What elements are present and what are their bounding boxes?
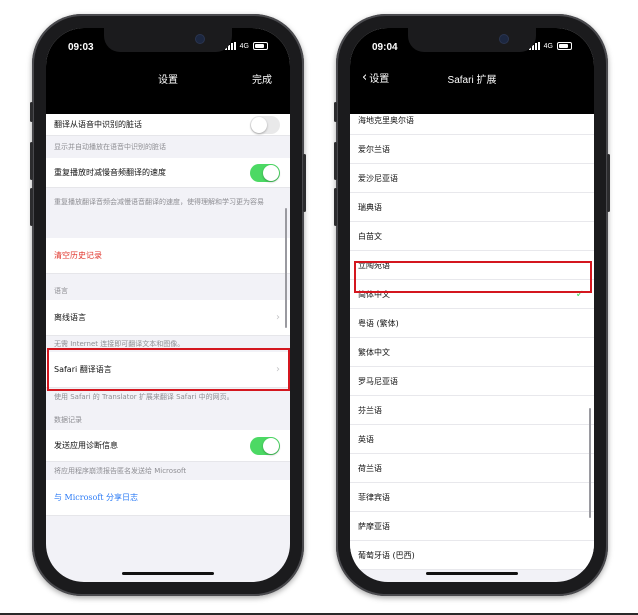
- side-button: [303, 154, 306, 212]
- language-label: 罗马尼亚语: [358, 376, 398, 386]
- language-label: 瑞典语: [358, 202, 382, 212]
- status-time: 09:04: [372, 42, 398, 53]
- camera-icon: [500, 35, 508, 43]
- scroll-indicator[interactable]: [589, 408, 591, 518]
- battery-icon: [557, 42, 572, 50]
- list-item[interactable]: 荷兰语: [350, 454, 594, 483]
- highlight-box-safari-language: [47, 348, 290, 391]
- language-label: 芬兰语: [358, 405, 382, 415]
- network-label: 4G: [239, 42, 249, 50]
- page-title: Safari 扩展: [447, 75, 497, 86]
- language-label: 爱尔兰语: [358, 144, 390, 154]
- list-item[interactable]: 菲律宾语: [350, 483, 594, 512]
- clear-history-button[interactable]: 清空历史记录: [46, 238, 290, 274]
- language-label: 海地克里奥尔语: [358, 115, 414, 125]
- volume-down-button: [30, 188, 33, 226]
- list-item[interactable]: 芬兰语: [350, 396, 594, 425]
- row-label: 翻译从语音中识别的脏话: [54, 120, 142, 129]
- done-button[interactable]: 完成: [252, 71, 272, 86]
- language-label: 粤语 (繁体): [358, 318, 399, 328]
- language-section-header: 语言: [46, 274, 290, 300]
- language-label: 荷兰语: [358, 463, 382, 473]
- language-label: 菲律宾语: [358, 492, 390, 502]
- notch: [408, 28, 536, 52]
- row-label: 离线语言: [54, 313, 86, 322]
- home-indicator[interactable]: [122, 572, 214, 575]
- list-item[interactable]: 白苗文: [350, 222, 594, 251]
- row-slow-playback[interactable]: 重复播放时减慢音频翻译的速度: [46, 158, 290, 188]
- list-item[interactable]: 爱尔兰语: [350, 135, 594, 164]
- row-send-diagnostics[interactable]: 发送应用诊断信息: [46, 430, 290, 462]
- language-label: 白苗文: [358, 231, 382, 241]
- status-time: 09:03: [68, 42, 94, 53]
- language-label: 繁体中文: [358, 347, 390, 357]
- diagnostics-toggle[interactable]: [250, 436, 280, 455]
- share-logs-label: 与 Microsoft 分享日志: [54, 493, 139, 502]
- language-label: 葡萄牙语 (巴西): [358, 550, 415, 560]
- mute-switch: [30, 102, 33, 122]
- row-label: 重复播放时减慢音频翻译的速度: [54, 168, 166, 177]
- volume-up-button: [334, 142, 337, 180]
- list-item[interactable]: 英语: [350, 425, 594, 454]
- volume-down-button: [334, 188, 337, 226]
- mute-switch: [334, 102, 337, 122]
- diagnostics-note: 将应用程序崩溃报告匿名发送给 Microsoft: [46, 462, 290, 480]
- phone-left: 09:03 4G 设置 完成 翻译从语音中识别的脏话 显示并自动播放在语音中识别…: [30, 14, 306, 596]
- row-translate-from-speech[interactable]: 翻译从语音中识别的脏话: [46, 114, 290, 136]
- list-item[interactable]: 萨摩亚语: [350, 512, 594, 541]
- data-section-header: 数据记录: [46, 406, 290, 430]
- home-indicator[interactable]: [426, 572, 518, 575]
- list-item[interactable]: 繁体中文: [350, 338, 594, 367]
- notch: [104, 28, 232, 52]
- battery-icon: [253, 42, 268, 50]
- language-label: 英语: [358, 434, 374, 444]
- row-label: 发送应用诊断信息: [54, 441, 118, 450]
- camera-icon: [196, 35, 204, 43]
- language-list: 海地克里奥尔语 爱尔兰语 爱沙尼亚语 瑞典语 白苗文 立陶宛语 简体中文 ✓ 粤…: [350, 106, 594, 582]
- list-item[interactable]: 爱沙尼亚语: [350, 164, 594, 193]
- language-label: 爱沙尼亚语: [358, 173, 398, 183]
- volume-up-button: [30, 142, 33, 180]
- clear-history-label: 清空历史记录: [54, 251, 102, 260]
- language-label: 萨摩亚语: [358, 521, 390, 531]
- auto-play-note: 显示并自动播放在语音中识别的脏话: [46, 136, 290, 158]
- chevron-right-icon: ›: [276, 312, 280, 323]
- side-button: [607, 154, 610, 212]
- list-item[interactable]: 瑞典语: [350, 193, 594, 222]
- network-label: 4G: [543, 42, 553, 50]
- translate-speech-toggle[interactable]: [250, 116, 280, 134]
- list-item[interactable]: 葡萄牙语 (巴西): [350, 541, 594, 570]
- screen-left: 09:03 4G 设置 完成 翻译从语音中识别的脏话 显示并自动播放在语音中识别…: [46, 28, 290, 582]
- list-item[interactable]: 罗马尼亚语: [350, 367, 594, 396]
- list-item[interactable]: 粤语 (繁体): [350, 309, 594, 338]
- highlight-box-selected-language: [354, 261, 592, 293]
- slow-playback-toggle[interactable]: [250, 163, 280, 182]
- slow-playback-note: 重复播放翻译音频会减慢语音翻译的速度，使得理解和学习更为容易: [46, 188, 290, 238]
- screen-right: 09:04 4G ‹ 设置 Safari 扩展 海地克里奥尔语 爱尔兰语 爱沙尼…: [350, 28, 594, 582]
- row-offline-languages[interactable]: 离线语言 ›: [46, 300, 290, 336]
- share-logs-link[interactable]: 与 Microsoft 分享日志: [46, 480, 290, 516]
- scroll-indicator[interactable]: [285, 208, 287, 328]
- status-indicators: 4G: [224, 42, 268, 50]
- status-indicators: 4G: [528, 42, 572, 50]
- phone-right: 09:04 4G ‹ 设置 Safari 扩展 海地克里奥尔语 爱尔兰语 爱沙尼…: [334, 14, 610, 596]
